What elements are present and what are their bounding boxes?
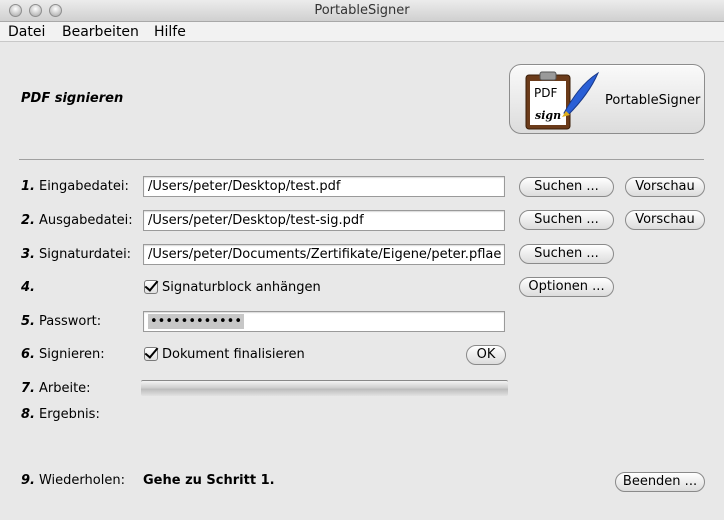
input-search-button[interactable]: Suchen ... — [519, 177, 614, 197]
output-search-button[interactable]: Suchen ... — [519, 210, 614, 230]
menu-hilfe[interactable]: Hilfe — [154, 24, 186, 40]
input-preview-button[interactable]: Vorschau — [625, 177, 705, 197]
row-work-label: 7. Arbeite: — [21, 381, 91, 396]
progress-bar — [141, 380, 508, 396]
output-preview-button[interactable]: Vorschau — [625, 210, 705, 230]
separator — [19, 159, 704, 160]
row-block-label: 4. — [21, 280, 35, 295]
title-bar: PortableSigner — [0, 0, 724, 22]
window-title: PortableSigner — [314, 3, 410, 18]
portablesigner-logo-button[interactable]: PDF sign PortableSigner — [509, 64, 705, 134]
password-masked-value: •••••••••••• — [148, 314, 245, 329]
menu-datei[interactable]: Datei — [8, 24, 45, 40]
row-sign-label: 6. Signieren: — [21, 347, 105, 362]
password-field[interactable]: •••••••••••• — [143, 311, 505, 332]
row-output-label: 2. Ausgabedatei: — [21, 213, 133, 228]
options-button[interactable]: Optionen ... — [519, 277, 614, 297]
page-title: PDF signieren — [21, 91, 124, 106]
repeat-instruction: Gehe zu Schritt 1. — [143, 473, 275, 488]
finalize-document-checkbox[interactable] — [144, 347, 158, 361]
signature-block-checkbox[interactable] — [144, 280, 158, 294]
input-file-field[interactable]: /Users/peter/Desktop/test.pdf — [143, 176, 505, 197]
quit-button[interactable]: Beenden ... — [615, 472, 705, 492]
menu-bar: Datei Bearbeiten Hilfe — [0, 22, 724, 42]
signature-file-field[interactable]: /Users/peter/Documents/Zertifikate/Eigen… — [143, 244, 505, 265]
row-repeat-label: 9. Wiederholen: — [21, 473, 125, 488]
signature-search-button[interactable]: Suchen ... — [519, 244, 614, 264]
row-signature-label: 3. Signaturdatei: — [21, 247, 132, 262]
svg-text:sign: sign — [535, 109, 561, 122]
row-input-label: 1. Eingabedatei: — [21, 179, 129, 194]
pdf-sign-icon: PDF sign — [525, 71, 600, 130]
row-password-label: 5. Passwort: — [21, 314, 102, 329]
finalize-document-checkbox-label[interactable]: Dokument finalisieren — [162, 347, 305, 362]
menu-bearbeiten[interactable]: Bearbeiten — [62, 24, 139, 40]
signature-block-checkbox-label[interactable]: Signaturblock anhängen — [162, 280, 321, 295]
svg-text:PDF: PDF — [534, 86, 557, 100]
logo-label: PortableSigner — [605, 93, 701, 108]
ok-button[interactable]: OK — [466, 345, 506, 365]
output-file-field[interactable]: /Users/peter/Desktop/test-sig.pdf — [143, 210, 505, 231]
row-result-label: 8. Ergebnis: — [21, 407, 100, 422]
